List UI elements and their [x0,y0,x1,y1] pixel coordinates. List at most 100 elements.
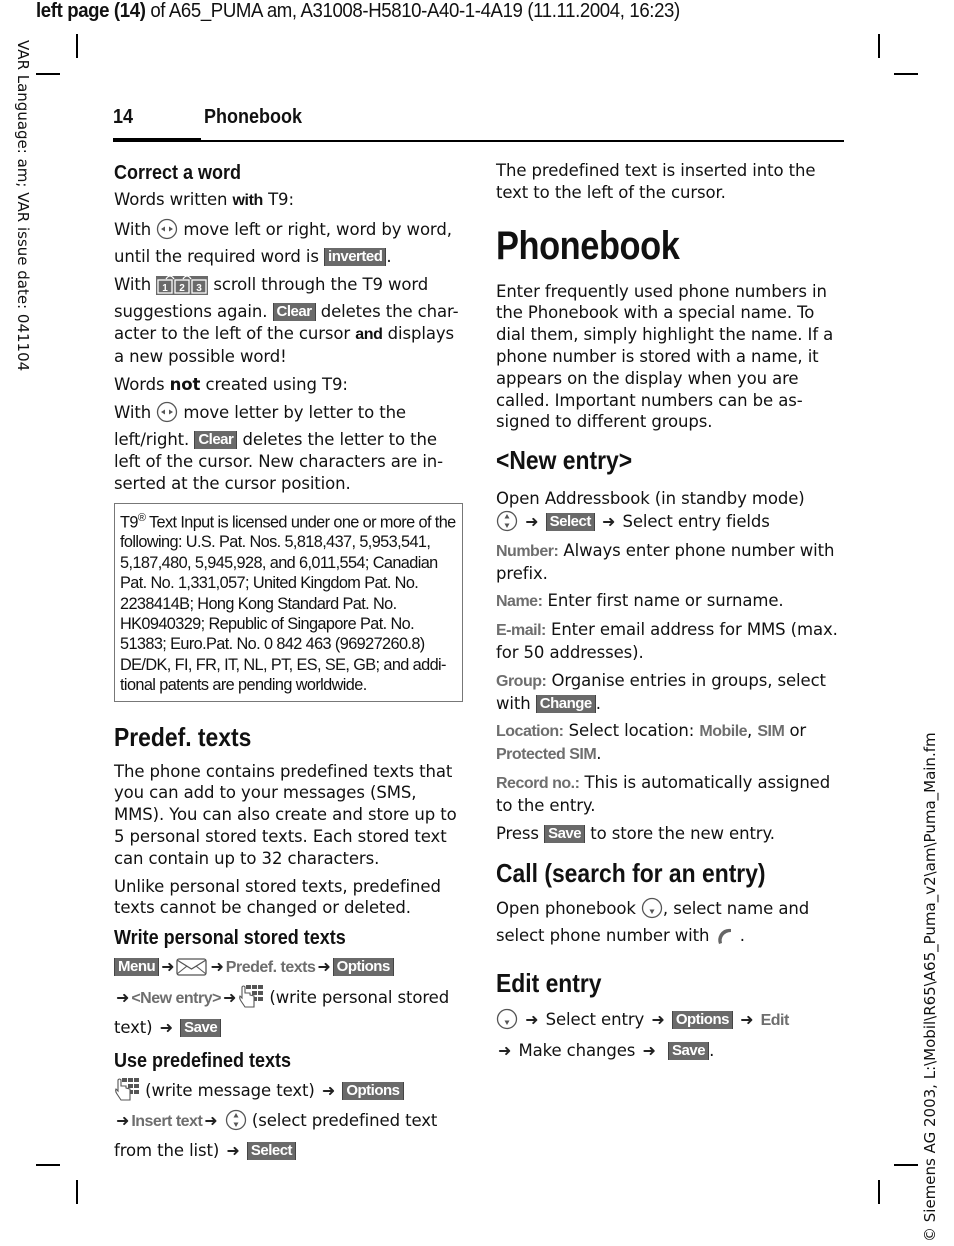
text: to store the new entry. [585,823,775,843]
use-predefined-steps: (write message text) ➜ Options ➜ Insert t… [114,1077,464,1163]
keypad-hand-icon [238,984,264,1015]
field-label: Group: [496,672,547,690]
chapter-heading-phonebook: Phonebook [496,223,680,268]
text: . [596,744,602,764]
right-column: The predefined text is inserted into the… [496,160,846,1070]
paragraph-move-letter: With move letter by letter to the left/r… [114,401,464,494]
crop-mark [894,73,918,75]
predef-paragraph-1: The phone contains predefined texts that… [114,761,457,868]
keys-1-2-3-icon: 1 2 3 [156,273,209,301]
field-description: Enter email address for MMS (max. for 50… [496,620,838,662]
arrow-icon: ➜ [525,1009,539,1029]
print-header-page: left page (14) [36,0,146,22]
softkey-save: Save [180,1019,222,1038]
print-header: left page (14) of A65_PUMA am, A31008-H5… [36,0,680,23]
text: Select entry fields [617,511,770,531]
not-t9-words-line: Words not created using T9: [114,374,464,396]
option-sim: SIM [757,723,785,741]
field-name: Name: Enter first name or surname. [496,590,846,613]
open-addressbook: Open Addressbook (in standby mode) ➜ Sel… [496,488,846,538]
arrow-icon: ➜ [210,957,224,977]
arrow-icon: ➜ [601,511,616,531]
call-instructions: Open phonebook , select name and select … [496,897,846,952]
softkey-options: Options [342,1082,404,1101]
running-title: Phonebook [204,106,303,128]
field-label: Number: [496,542,559,560]
header-rule [113,140,844,142]
field-label: E-mail: [496,622,546,640]
softkey-inverted: inverted [324,247,387,266]
text: , [747,721,758,741]
softkey-change: Change [535,694,596,713]
arrow-icon: ➜ [226,1141,240,1161]
svg-text:1: 1 [163,283,169,294]
envelope-icon [176,957,208,984]
text: With [114,219,152,239]
crop-mark [878,34,880,58]
field-description: Select location: [563,721,700,741]
softkey-save: Save [668,1041,710,1060]
arrow-icon: ➜ [161,957,175,977]
softkey-clear: Clear [194,431,238,450]
crop-mark [36,1164,60,1166]
paragraph-scroll-suggestions: With 1 2 3 scroll through the T9 word su… [114,273,464,367]
arrow-icon: ➜ [204,1111,218,1131]
navigation-key-left-right-icon [156,401,178,429]
insert-note: The predefined text is inserted into the… [496,161,816,202]
field-label: Name: [496,593,543,611]
arrow-icon: ➜ [159,1018,173,1038]
section-heading-new-entry: <New entry> [496,445,633,476]
menu-item-insert-text: Insert text [131,1113,203,1131]
t9-mark: T9 [120,512,138,531]
text: Select entry [540,1009,650,1029]
paragraph-move-word: With move left or right, word by word, u… [114,218,464,268]
page-number: 14 [113,106,134,128]
text: or [784,721,807,741]
field-description: Enter first name or surname. [542,591,784,611]
field-record-no: Record no.: This is automatically assign… [496,772,846,817]
arrow-icon: ➜ [498,1040,512,1060]
softkey-select: Select [545,512,595,531]
text: . [734,926,745,946]
arrow-icon: ➜ [222,988,237,1008]
navigation-key-up-down-icon [496,510,518,538]
print-header-doc: of A65_PUMA am, A31008-H5810-A40-1-4A19 … [145,0,680,22]
text: Make changes [513,1040,641,1060]
text: Words written [114,190,233,209]
side-note-left: VAR Language: am; VAR issue date: 041104 [14,40,32,372]
arrow-icon: ➜ [525,511,539,531]
bold-text: not [169,374,201,394]
crop-mark [894,1164,918,1166]
edit-steps: ➜ Select entry ➜ Options ➜ Edit ➜ Make c… [496,1007,846,1064]
arrow-icon: ➜ [116,988,130,1008]
menu-item-edit: Edit [760,1011,790,1029]
softkey-save: Save [544,824,586,843]
field-group: Group: Organise entries in groups, selec… [496,670,846,715]
field-location: Location: Select location: Mobile, SIM o… [496,720,846,766]
field-label: Location: [496,723,564,741]
subheading-write-personal: Write personal stored texts [114,927,346,950]
text: Press [496,823,545,843]
field-number: Number: Always enter phone number with p… [496,540,846,585]
svg-text:2: 2 [180,283,186,294]
patent-text: Text Input is licensed under one or more… [120,512,456,695]
softkey-clear: Clear [272,303,316,322]
arrow-icon: ➜ [642,1040,656,1060]
arrow-icon: ➜ [321,1081,336,1101]
option-mobile: Mobile [699,723,748,741]
keypad-hand-icon [114,1077,140,1108]
text: Open phonebook [496,899,641,919]
navigation-key-down-icon [496,1008,518,1038]
text: . [386,246,392,266]
softkey-select: Select [246,1142,297,1161]
text: With [114,403,152,423]
text: With [114,275,152,295]
menu-item-predef-texts: Predef. texts [225,959,316,977]
subheading-use-predefined: Use predefined texts [114,1050,292,1073]
text: Words [114,374,170,394]
crop-mark [76,1180,78,1204]
field-email: E-mail: Enter email address for MMS (max… [496,619,846,664]
bold-text: with [232,192,264,209]
field-label: Record no.: [496,774,580,792]
section-heading-edit-entry: Edit entry [496,967,602,998]
